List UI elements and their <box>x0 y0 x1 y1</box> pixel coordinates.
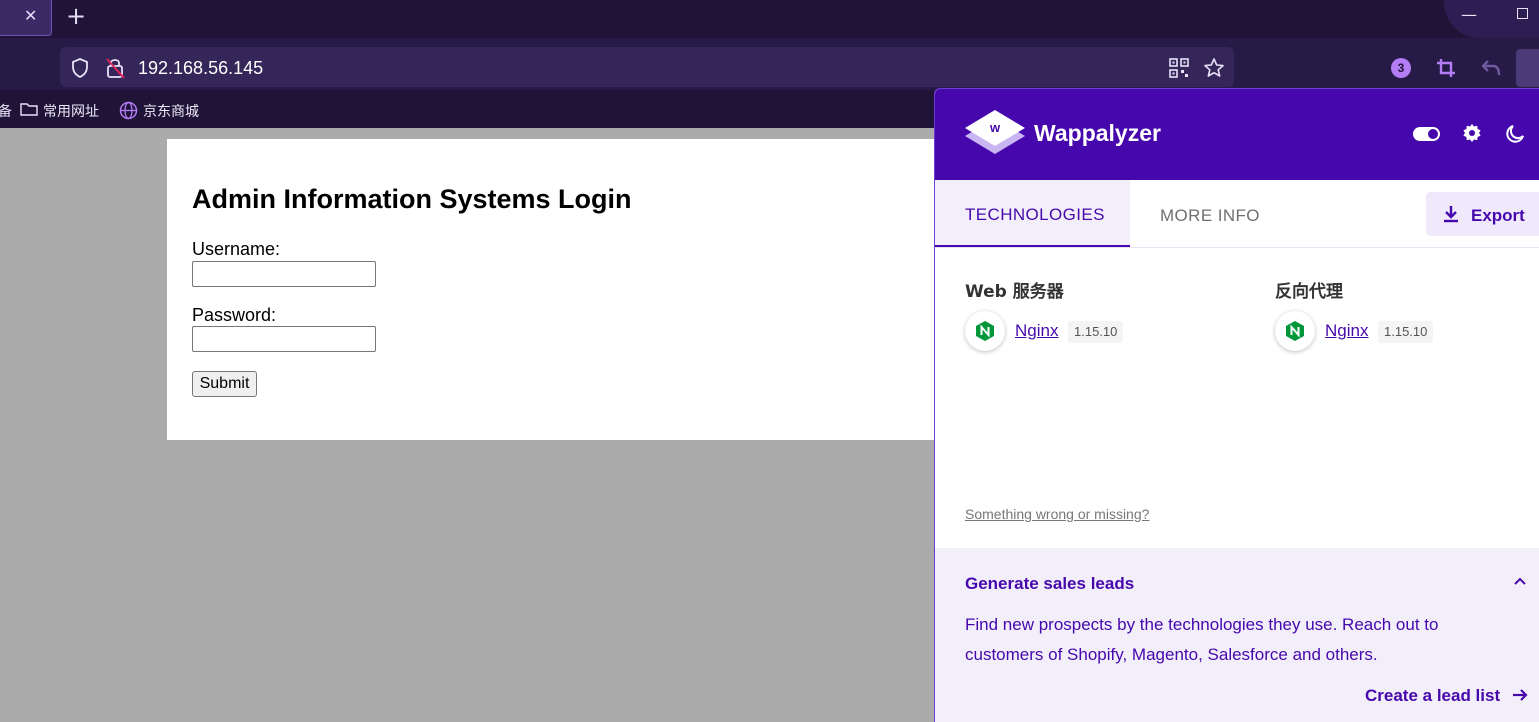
password-input[interactable] <box>192 326 376 352</box>
chevron-up-icon[interactable] <box>1513 576 1527 586</box>
password-label: Password: <box>192 305 277 325</box>
something-wrong-link[interactable]: Something wrong or missing? <box>965 506 1149 522</box>
submit-button[interactable]: Submit <box>192 371 257 397</box>
username-label: Username: <box>192 239 281 259</box>
tab-technologies[interactable]: TECHNOLOGIES <box>935 180 1130 247</box>
wappalyzer-popup: w Wappalyzer TECHNOLOGIES MORE INFO Expo… <box>934 88 1539 722</box>
wappalyzer-tabs: TECHNOLOGIES MORE INFO Export <box>935 180 1539 248</box>
leads-title[interactable]: Generate sales leads <box>965 574 1134 594</box>
tab-close-icon[interactable]: ✕ <box>24 6 37 25</box>
restore-icon[interactable] <box>1517 8 1528 19</box>
tech-link-nginx[interactable]: Nginx <box>1015 321 1058 341</box>
tech-version: 1.15.10 <box>1068 321 1124 343</box>
export-button[interactable]: Export <box>1426 192 1539 236</box>
extension-count-badge[interactable]: 3 <box>1391 58 1411 78</box>
page-title: Admin Information Systems Login <box>192 184 632 214</box>
category-title-reverse-proxy: 反向代理 <box>1275 282 1343 302</box>
category-title-web-server: Web 服务器 <box>965 282 1064 302</box>
export-label: Export <box>1471 206 1525 225</box>
create-lead-list-link[interactable]: Create a lead list <box>1365 686 1500 706</box>
globe-icon[interactable] <box>119 101 138 120</box>
wappalyzer-logo-icon: w <box>965 110 1025 154</box>
tab-more-info[interactable]: MORE INFO <box>1160 206 1260 226</box>
minimize-icon[interactable]: — <box>1461 5 1477 24</box>
tech-version: 1.15.10 <box>1378 321 1434 343</box>
tech-link-nginx[interactable]: Nginx <box>1325 321 1368 341</box>
qr-code-icon[interactable] <box>1169 58 1189 78</box>
arrow-right-icon[interactable] <box>1511 686 1529 704</box>
tab-strip <box>0 0 1539 38</box>
bookmark-star-icon[interactable] <box>1203 57 1225 79</box>
leads-description: Find new prospects by the technologies t… <box>965 615 1439 664</box>
insecure-lock-icon[interactable] <box>104 56 126 80</box>
tab-technologies-label: TECHNOLOGIES <box>965 205 1105 224</box>
url-text[interactable]: 192.168.56.145 <box>138 58 263 79</box>
bookmark-folder-common[interactable]: 常用网址 <box>43 101 99 121</box>
svg-text:w: w <box>989 120 1001 135</box>
crop-icon[interactable] <box>1435 57 1457 79</box>
bookmark-jd[interactable]: 京东商城 <box>143 101 199 121</box>
wappalyzer-brand: Wappalyzer <box>1034 120 1161 146</box>
wappalyzer-header: w Wappalyzer <box>935 89 1539 180</box>
nginx-icon <box>965 311 1005 351</box>
undo-icon[interactable] <box>1480 58 1502 78</box>
gear-icon[interactable] <box>1462 123 1482 143</box>
new-tab-icon[interactable]: + <box>66 3 86 29</box>
shield-icon[interactable] <box>70 57 90 79</box>
nginx-icon <box>1275 311 1315 351</box>
username-input[interactable] <box>192 261 376 287</box>
download-icon <box>1444 206 1458 223</box>
moon-icon[interactable] <box>1504 123 1526 145</box>
wappalyzer-extension-icon[interactable] <box>1516 49 1539 87</box>
sales-leads-panel: Generate sales leads Find new prospects … <box>935 548 1539 722</box>
toggle-icon[interactable] <box>1413 127 1440 141</box>
folder-icon[interactable] <box>20 101 38 117</box>
bookmark-partial-label[interactable]: 备 <box>0 101 12 121</box>
